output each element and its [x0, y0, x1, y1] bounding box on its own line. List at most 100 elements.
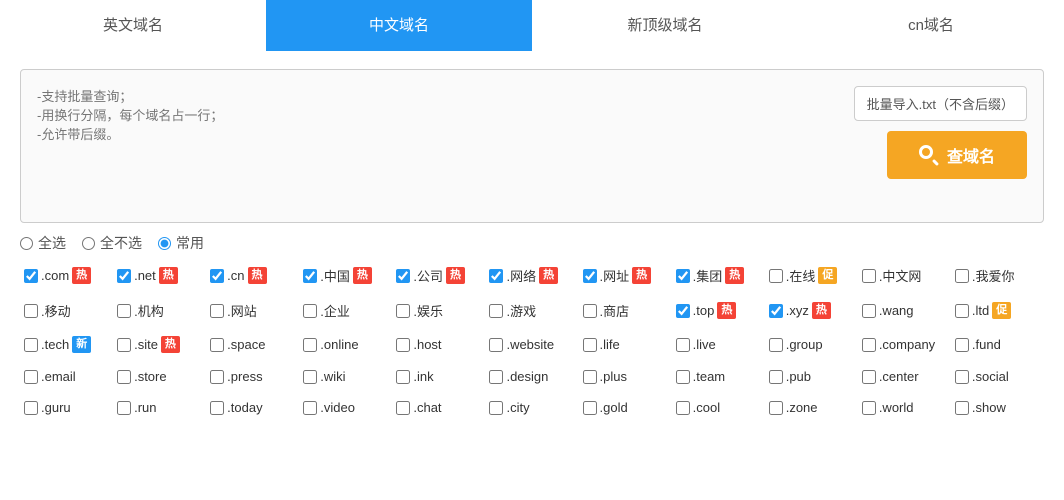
domain-badge: 促	[818, 267, 837, 284]
domain-item[interactable]: .world	[858, 395, 951, 420]
search-button[interactable]: 查域名	[887, 131, 1027, 179]
tab-chinese[interactable]: 中文域名	[266, 0, 532, 51]
domain-item[interactable]: .zone	[765, 395, 858, 420]
domain-item[interactable]: .online	[299, 331, 392, 358]
domain-item[interactable]: .top热	[672, 296, 765, 325]
domain-item[interactable]: .tech新	[20, 331, 113, 358]
domain-item[interactable]: .life	[579, 331, 672, 358]
deselect-all-option[interactable]: 全不选	[82, 233, 142, 253]
domain-item[interactable]: .cn热	[206, 261, 299, 290]
domain-item[interactable]: .space	[206, 331, 299, 358]
domain-name: .网络	[506, 266, 536, 285]
domain-item[interactable]: .wang	[858, 296, 951, 325]
domain-item[interactable]: .娱乐	[392, 296, 485, 325]
domain-item[interactable]: .ink	[392, 364, 485, 389]
domain-item[interactable]: .机构	[113, 296, 206, 325]
domain-item[interactable]: .ltd促	[951, 296, 1044, 325]
domain-item[interactable]: .网站	[206, 296, 299, 325]
domain-item[interactable]: .公司热	[392, 261, 485, 290]
import-button[interactable]: 批量导入.txt（不含后缀）	[854, 86, 1027, 121]
domain-item[interactable]: .企业	[299, 296, 392, 325]
domain-item[interactable]: .com热	[20, 261, 113, 290]
domain-item[interactable]: .网址热	[579, 261, 672, 290]
domain-item[interactable]: .center	[858, 364, 951, 389]
domain-badge: 热	[159, 267, 178, 284]
domain-name: .tech	[41, 337, 69, 352]
domain-name: .world	[879, 400, 914, 415]
domain-item[interactable]: .pub	[765, 364, 858, 389]
domain-item[interactable]: .host	[392, 331, 485, 358]
domain-item[interactable]: .chat	[392, 395, 485, 420]
domain-name: .娱乐	[413, 301, 443, 320]
domain-item[interactable]: .site热	[113, 331, 206, 358]
domain-name: .公司	[413, 266, 443, 285]
domain-item[interactable]: .中国热	[299, 261, 392, 290]
select-all-label: 全选	[38, 233, 66, 253]
domain-name: .team	[693, 369, 726, 384]
domain-item[interactable]: .gold	[579, 395, 672, 420]
domain-item[interactable]: .social	[951, 364, 1044, 389]
tab-new-tld[interactable]: 新顶级域名	[532, 0, 798, 51]
domain-item[interactable]: .guru	[20, 395, 113, 420]
domain-badge: 热	[632, 267, 651, 284]
domain-badge: 新	[72, 336, 91, 353]
domain-name: .企业	[320, 301, 350, 320]
domain-item[interactable]: .cool	[672, 395, 765, 420]
domain-item[interactable]: .press	[206, 364, 299, 389]
search-area: 批量导入.txt（不含后缀） 查域名	[20, 69, 1044, 223]
domain-name: .cn	[227, 268, 244, 283]
domain-name: .商店	[600, 301, 630, 320]
domain-item[interactable]: .group	[765, 331, 858, 358]
domain-item[interactable]: .company	[858, 331, 951, 358]
domain-name: .press	[227, 369, 262, 384]
domain-item[interactable]: .游戏	[485, 296, 578, 325]
domain-item[interactable]: .team	[672, 364, 765, 389]
domain-item[interactable]: .city	[485, 395, 578, 420]
domain-item[interactable]: .video	[299, 395, 392, 420]
domain-item[interactable]: .中文网	[858, 261, 951, 290]
domain-name: .group	[786, 337, 823, 352]
domain-item[interactable]: .email	[20, 364, 113, 389]
domain-item[interactable]: .net热	[113, 261, 206, 290]
domain-item[interactable]: .网络热	[485, 261, 578, 290]
domain-item[interactable]: .移动	[20, 296, 113, 325]
domain-name: .我爱你	[972, 266, 1015, 285]
domain-item[interactable]: .live	[672, 331, 765, 358]
domain-item[interactable]: .plus	[579, 364, 672, 389]
domain-item[interactable]: .商店	[579, 296, 672, 325]
domain-badge: 热	[812, 302, 831, 319]
domain-search-input[interactable]	[37, 86, 838, 206]
select-all-option[interactable]: 全选	[20, 233, 66, 253]
domain-name: .run	[134, 400, 156, 415]
domain-name: .网址	[600, 266, 630, 285]
domain-name: .机构	[134, 301, 164, 320]
domain-name: .中文网	[879, 266, 922, 285]
domain-item[interactable]: .wiki	[299, 364, 392, 389]
tab-english[interactable]: 英文域名	[0, 0, 266, 51]
domain-grid: .com热.net热.cn热.中国热.公司热.网络热.网址热.集团热.在线促.中…	[20, 261, 1044, 420]
domain-name: .游戏	[506, 301, 536, 320]
domain-name: .online	[320, 337, 358, 352]
domain-name: .space	[227, 337, 265, 352]
domain-item[interactable]: .在线促	[765, 261, 858, 290]
common-option[interactable]: 常用	[158, 233, 204, 253]
domain-name: .wiki	[320, 369, 345, 384]
domain-name: .today	[227, 400, 262, 415]
options-row: 全选 全不选 常用	[20, 233, 1044, 253]
domain-name: .com	[41, 268, 69, 283]
domain-item[interactable]: .design	[485, 364, 578, 389]
domain-item[interactable]: .store	[113, 364, 206, 389]
domain-name: .city	[506, 400, 529, 415]
domain-item[interactable]: .run	[113, 395, 206, 420]
domain-name: .show	[972, 400, 1006, 415]
domain-item[interactable]: .我爱你	[951, 261, 1044, 290]
domain-item[interactable]: .show	[951, 395, 1044, 420]
domain-item[interactable]: .xyz热	[765, 296, 858, 325]
tab-cn[interactable]: cn域名	[798, 0, 1064, 51]
tab-bar: 英文域名 中文域名 新顶级域名 cn域名	[0, 0, 1064, 51]
domain-name: .中国	[320, 266, 350, 285]
domain-item[interactable]: .today	[206, 395, 299, 420]
domain-item[interactable]: .集团热	[672, 261, 765, 290]
domain-item[interactable]: .fund	[951, 331, 1044, 358]
domain-item[interactable]: .website	[485, 331, 578, 358]
